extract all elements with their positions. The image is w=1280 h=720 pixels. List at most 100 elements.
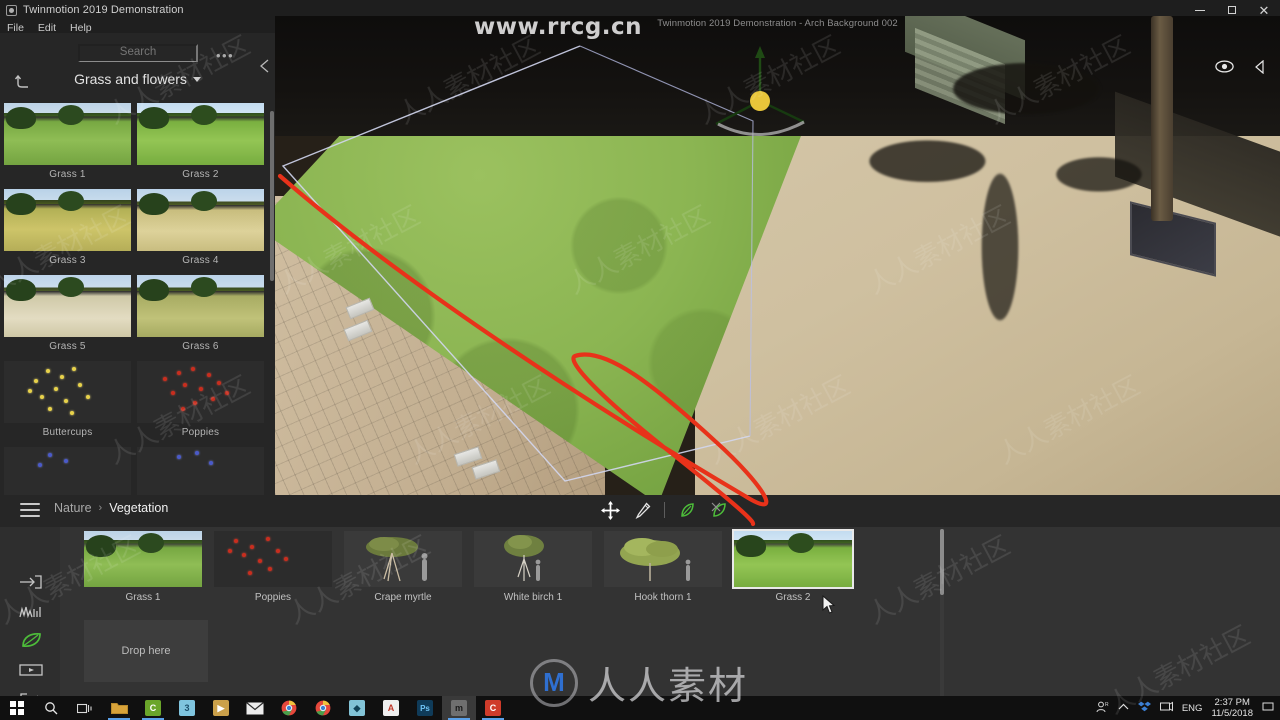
chrome-icon	[315, 700, 331, 716]
media-clip-icon	[19, 664, 43, 676]
app-button-twinmotion[interactable]: m	[442, 696, 476, 720]
shelf-item-label: Grass 1	[125, 592, 161, 603]
search-input[interactable]	[78, 44, 198, 62]
library-overflow-button[interactable]: •••	[216, 48, 234, 63]
sidebar-item-media[interactable]	[18, 660, 44, 680]
flower-thumbnail-art	[4, 361, 131, 423]
3ds-max-icon: 3	[179, 700, 195, 716]
windows-taskbar: C 3 ▶ ◆ A Ps m C R ENG 2:37 PM 11/5/2018	[0, 696, 1280, 720]
notification-icon[interactable]	[1262, 701, 1274, 716]
app-button-sketchup[interactable]: ◆	[340, 696, 374, 720]
app-button-c-green[interactable]: C	[136, 696, 170, 720]
sidebar-item-import[interactable]	[18, 572, 44, 592]
viewport-collapse-button[interactable]	[1254, 59, 1266, 79]
viewport-3d[interactable]: Twinmotion 2019 Demonstration - Arch Bac…	[275, 16, 1280, 495]
library-item-grass-6[interactable]: Grass 6	[137, 275, 264, 352]
shelf-item-hook-thorn-1[interactable]: Hook thorn 1	[604, 531, 722, 603]
grass-thumbnail-art	[4, 103, 131, 165]
thumbnail	[137, 275, 264, 337]
app-button-chrome-1[interactable]	[272, 696, 306, 720]
app-button-chrome-2[interactable]	[306, 696, 340, 720]
dock-scrollbar-thumb[interactable]	[940, 529, 944, 595]
tree-thumbnail-art	[344, 531, 462, 587]
network-icon[interactable]	[1159, 701, 1173, 716]
sidebar-item-weather[interactable]	[18, 602, 44, 622]
app-button-media[interactable]: ▶	[204, 696, 238, 720]
thumbnail	[4, 103, 131, 165]
library-grid[interactable]: Grass 1 Grass 2 Grass 3 Grass 4 Grass 5 …	[0, 103, 275, 495]
dock-sidebar	[0, 527, 60, 707]
library-item-grass-3[interactable]: Grass 3	[4, 189, 131, 266]
mouse-cursor	[822, 595, 836, 614]
library-row	[4, 447, 271, 495]
library-item-extra-2[interactable]	[137, 447, 264, 495]
grass-thumbnail-art	[734, 531, 852, 587]
flower-thumbnail-art	[4, 447, 131, 495]
library-item-label: Grass 3	[49, 255, 86, 266]
app-button-3ds[interactable]: 3	[170, 696, 204, 720]
hamburger-menu-icon[interactable]	[20, 503, 40, 518]
shelf-item-white-birch-1[interactable]: White birch 1	[474, 531, 592, 603]
shelf-item-crape-myrtle[interactable]: Crape myrtle	[344, 531, 462, 603]
thumbnail	[137, 189, 264, 251]
app-button-autocad[interactable]: A	[374, 696, 408, 720]
sidebar-item-vegetation[interactable]	[18, 630, 44, 650]
grass-thumbnail-art	[137, 275, 264, 337]
clock-time: 2:37 PM	[1214, 697, 1250, 708]
chevron-down-icon	[192, 77, 201, 82]
thumbnail	[732, 529, 854, 589]
tree-thumbnail-art	[474, 531, 592, 587]
remove-vegetation-icon[interactable]	[709, 499, 729, 521]
svg-text:R: R	[1105, 702, 1109, 708]
dropbox-icon[interactable]	[1137, 701, 1151, 716]
move-tool-icon[interactable]	[600, 499, 620, 521]
library-item-grass-2[interactable]: Grass 2	[137, 103, 264, 180]
person-icon[interactable]: R	[1096, 701, 1109, 716]
library-item-grass-5[interactable]: Grass 5	[4, 275, 131, 352]
show-hidden-icons-icon[interactable]	[1118, 703, 1129, 714]
library-item-label: Grass 6	[182, 341, 219, 352]
breadcrumb-nature[interactable]: Nature	[54, 501, 92, 515]
drop-zone[interactable]: Drop here	[84, 620, 208, 682]
breadcrumb-vegetation[interactable]: Vegetation	[109, 501, 168, 515]
library-row: Grass 5 Grass 6	[4, 275, 271, 352]
scene-render	[275, 16, 1280, 495]
flower-thumbnail-art	[137, 361, 264, 423]
library-item-grass-1[interactable]: Grass 1	[4, 103, 131, 180]
twinmotion-window: Twinmotion 2019 Demonstration ✕ File Edi…	[0, 0, 1280, 720]
eye-icon[interactable]	[1215, 60, 1234, 78]
leaf-icon	[22, 633, 41, 647]
search-button[interactable]	[34, 696, 68, 720]
app-button-mail[interactable]	[238, 696, 272, 720]
tree-thumbnail-art	[604, 531, 722, 587]
c-red-icon: C	[485, 700, 501, 716]
library-item-grass-4[interactable]: Grass 4	[137, 189, 264, 266]
viewport-title: Twinmotion 2019 Demonstration - Arch Bac…	[657, 18, 898, 29]
library-item-extra-1[interactable]	[4, 447, 131, 495]
app-button-c-red[interactable]: C	[476, 696, 510, 720]
library-category-dropdown[interactable]: Grass and flowers	[0, 71, 275, 87]
thumbnail	[4, 275, 131, 337]
thumbnail	[137, 447, 264, 495]
clock[interactable]: 2:37 PM 11/5/2018	[1211, 697, 1253, 719]
library-category-label: Grass and flowers	[74, 71, 187, 87]
library-collapse-button[interactable]	[258, 58, 272, 79]
task-view-icon	[77, 703, 92, 713]
file-explorer-button[interactable]	[102, 696, 136, 720]
shelf-item-grass-1[interactable]: Grass 1	[84, 531, 202, 603]
add-vegetation-icon[interactable]	[677, 499, 697, 521]
library-item-buttercups[interactable]: Buttercups	[4, 361, 131, 438]
library-scrollbar[interactable]	[270, 111, 274, 281]
shelf-item-grass-2[interactable]: Grass 2	[732, 529, 854, 603]
app-button-photoshop[interactable]: Ps	[408, 696, 442, 720]
c-green-icon: C	[145, 700, 161, 716]
paint-brush-tool-icon[interactable]	[632, 499, 652, 521]
shelf-item-label: Hook thorn 1	[634, 592, 692, 603]
language-indicator[interactable]: ENG	[1182, 703, 1203, 714]
close-icon: ✕	[1258, 2, 1270, 18]
start-button[interactable]	[0, 696, 34, 720]
library-item-poppies[interactable]: Poppies	[137, 361, 264, 438]
shelf-item-poppies[interactable]: Poppies	[214, 531, 332, 603]
move-gizmo-icon[interactable]	[700, 46, 820, 146]
task-view-button[interactable]	[68, 696, 102, 720]
